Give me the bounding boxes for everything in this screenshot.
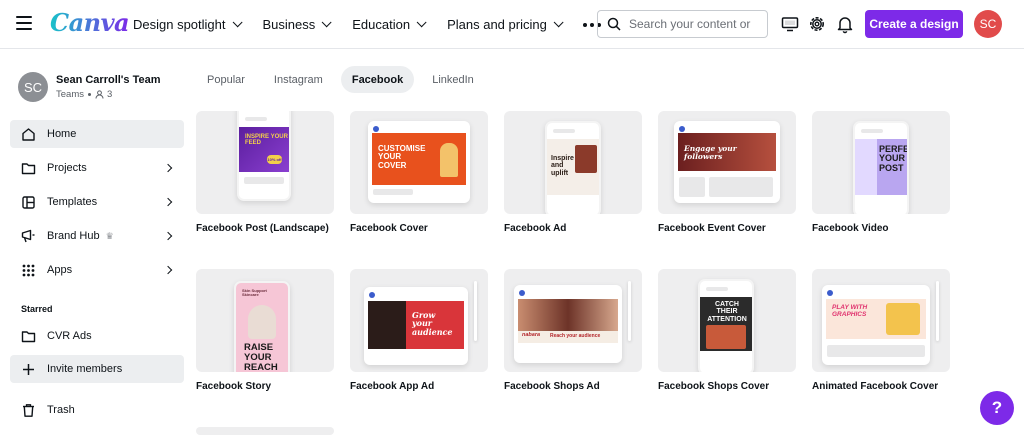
chevron-right-icon bbox=[163, 265, 173, 275]
starred-item-cvr-ads[interactable]: CVR Ads bbox=[10, 322, 184, 350]
search-box[interactable] bbox=[597, 10, 768, 38]
design-thumbnail: CATCH THEIR ATTENTION bbox=[658, 269, 796, 372]
design-card-facebook-app-ad[interactable]: Grow your audience Facebook App Ad bbox=[350, 269, 488, 392]
team-meta: Teams 3 bbox=[56, 89, 113, 100]
design-card-facebook-shops-cover[interactable]: CATCH THEIR ATTENTION Facebook Shops Cov… bbox=[658, 269, 796, 392]
settings-gear-icon[interactable] bbox=[807, 14, 827, 34]
sidebar-item-apps[interactable]: Apps bbox=[10, 256, 184, 284]
apps-grid-icon bbox=[22, 264, 34, 276]
design-card-label: Facebook Video bbox=[812, 223, 889, 234]
sidebar-item-projects[interactable]: Projects bbox=[10, 154, 184, 182]
tab-facebook[interactable]: Facebook bbox=[340, 66, 415, 93]
chevron-right-icon bbox=[163, 163, 173, 173]
team-switcher[interactable]: SC Sean Carroll's Team Teams 3 bbox=[18, 72, 161, 102]
design-category-tabs: Popular Instagram Facebook LinkedIn bbox=[196, 66, 492, 93]
design-card-label: Facebook Cover bbox=[350, 223, 428, 234]
design-card-facebook-post-landscape[interactable]: INSPIRE YOUR FEED 10% off Facebook Post … bbox=[196, 111, 334, 234]
team-avatar: SC bbox=[18, 72, 48, 102]
chevron-down-icon bbox=[321, 17, 332, 28]
design-thumbnail: INSPIRE YOUR FEED 10% off bbox=[196, 111, 334, 214]
design-thumbnail: Inspire and uplift bbox=[504, 111, 642, 214]
chevron-right-icon bbox=[163, 197, 173, 207]
search-icon bbox=[607, 17, 621, 31]
design-card-label: Facebook Shops Ad bbox=[504, 381, 600, 392]
design-card-label: Facebook Ad bbox=[504, 223, 567, 234]
plus-icon bbox=[22, 363, 34, 375]
tab-popular[interactable]: Popular bbox=[196, 66, 256, 93]
top-header: Canva Design spotlight Business Educatio… bbox=[0, 0, 1024, 49]
chevron-right-icon bbox=[163, 231, 173, 241]
design-thumbnail: PLAY WITH GRAPHICS bbox=[812, 269, 950, 372]
nav-education[interactable]: Education bbox=[344, 7, 431, 43]
brand-hub-icon bbox=[21, 229, 34, 242]
menu-hamburger-icon[interactable] bbox=[16, 16, 32, 30]
search-input[interactable] bbox=[629, 17, 759, 31]
design-card-label: Animated Facebook Cover bbox=[812, 381, 939, 392]
starred-heading: Starred bbox=[21, 304, 53, 314]
design-thumbnail: nabara Reach your audience bbox=[504, 269, 642, 372]
chevron-down-icon bbox=[232, 17, 243, 28]
sidebar-item-trash[interactable]: Trash bbox=[10, 396, 184, 424]
main-nav: Design spotlight Business Education Plan… bbox=[125, 0, 609, 49]
design-thumbnail: Skin Support Skincare RAISE YOUR REACH bbox=[196, 269, 334, 372]
design-thumbnail: CUSTOMISE YOUR COVER bbox=[350, 111, 488, 214]
design-card-label: Facebook Story bbox=[196, 381, 272, 392]
design-thumbnail: Engage your followers bbox=[658, 111, 796, 214]
canva-logo[interactable]: Canva bbox=[50, 8, 130, 37]
chevron-down-icon bbox=[553, 17, 564, 28]
chevron-down-icon bbox=[416, 17, 427, 28]
team-name: Sean Carroll's Team bbox=[56, 74, 161, 86]
crown-icon: ♛ bbox=[105, 230, 114, 241]
design-card-partial[interactable] bbox=[196, 427, 334, 435]
sidebar-item-home[interactable]: Home bbox=[10, 120, 184, 148]
design-thumbnail bbox=[196, 427, 334, 435]
design-card-facebook-ad[interactable]: Inspire and uplift Facebook Ad bbox=[504, 111, 642, 234]
members-icon bbox=[95, 90, 104, 99]
design-thumbnail: Grow your audience bbox=[350, 269, 488, 372]
design-card-facebook-shops-ad[interactable]: nabara Reach your audience Facebook Shop… bbox=[504, 269, 642, 392]
design-card-facebook-story[interactable]: Skin Support Skincare RAISE YOUR REACH F… bbox=[196, 269, 334, 392]
tab-instagram[interactable]: Instagram bbox=[263, 66, 334, 93]
design-card-animated-facebook-cover[interactable]: PLAY WITH GRAPHICS Animated Facebook Cov… bbox=[812, 269, 950, 392]
nav-plans-pricing[interactable]: Plans and pricing bbox=[439, 7, 568, 43]
nav-design-spotlight[interactable]: Design spotlight bbox=[125, 7, 247, 43]
invite-members-button[interactable]: Invite members bbox=[10, 355, 184, 383]
design-card-label: Facebook Shops Cover bbox=[658, 381, 770, 392]
design-card-facebook-event-cover[interactable]: Engage your followers Facebook Event Cov… bbox=[658, 111, 796, 234]
trash-icon bbox=[22, 403, 34, 417]
sidebar-item-templates[interactable]: Templates bbox=[10, 188, 184, 216]
design-thumbnail: PERFECT YOUR POST bbox=[812, 111, 950, 214]
design-card-facebook-video[interactable]: PERFECT YOUR POST Facebook Video bbox=[812, 111, 950, 234]
desktop-app-icon[interactable] bbox=[780, 14, 800, 34]
folder-icon bbox=[21, 162, 35, 174]
help-button[interactable]: ? bbox=[980, 391, 1014, 425]
design-card-label: Facebook Post (Landscape) bbox=[196, 223, 329, 234]
design-card-label: Facebook Event Cover bbox=[658, 223, 766, 234]
nav-business[interactable]: Business bbox=[255, 7, 337, 43]
design-card-label: Facebook App Ad bbox=[350, 381, 435, 392]
sidebar-item-brand-hub[interactable]: Brand Hub ♛ bbox=[10, 222, 184, 250]
folder-icon bbox=[21, 330, 35, 342]
create-design-button[interactable]: Create a design bbox=[865, 10, 963, 38]
design-card-facebook-cover[interactable]: CUSTOMISE YOUR COVER Facebook Cover bbox=[350, 111, 488, 234]
home-icon bbox=[21, 127, 35, 141]
templates-icon bbox=[21, 195, 35, 209]
notifications-bell-icon[interactable] bbox=[835, 14, 855, 34]
tab-linkedin[interactable]: LinkedIn bbox=[421, 66, 485, 93]
sidebar: SC Sean Carroll's Team Teams 3 Home Proj… bbox=[0, 50, 192, 435]
user-avatar[interactable]: SC bbox=[974, 10, 1002, 38]
